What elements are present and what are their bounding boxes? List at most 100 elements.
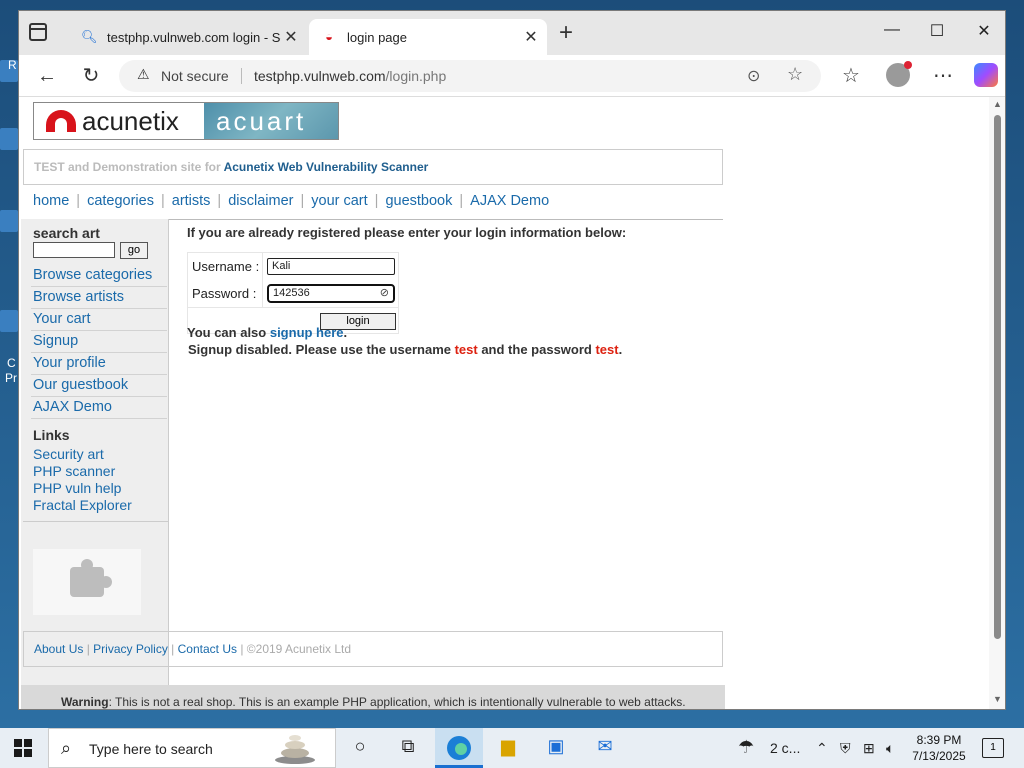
profile-avatar[interactable] bbox=[886, 61, 912, 87]
favorites-icon[interactable]: ☆ bbox=[837, 63, 865, 89]
scrollbar-thumb[interactable] bbox=[994, 115, 1001, 639]
cortana-icon[interactable]: ○ bbox=[347, 736, 373, 760]
desktop-shortcut-icon[interactable] bbox=[0, 310, 18, 332]
windows-start-icon[interactable] bbox=[14, 739, 32, 757]
search-label: search art bbox=[33, 225, 100, 241]
top-navigation: home | categories | artists | disclaimer | your … bbox=[33, 193, 550, 209]
weather-text[interactable]: 2 c... bbox=[770, 740, 800, 756]
note-text: Signup disabled. Please use the username bbox=[188, 342, 455, 357]
warning-banner: Warning: This is not a real shop. This i… bbox=[21, 685, 725, 709]
username-field[interactable]: Kali bbox=[267, 258, 395, 275]
sidebar-item-your-profile[interactable]: Your profile bbox=[31, 353, 167, 375]
refresh-button[interactable]: ↻ bbox=[77, 63, 105, 89]
nav-your-cart[interactable]: your cart bbox=[311, 193, 367, 209]
sidebar-item-browse-categories[interactable]: Browse categories bbox=[31, 265, 167, 287]
volume-icon[interactable]: 🔈︎ bbox=[886, 740, 894, 757]
desktop-shortcut-icon[interactable] bbox=[0, 210, 18, 232]
logo-text: acunetix bbox=[82, 105, 179, 136]
sidebar-item-your-cart[interactable]: Your cart bbox=[31, 309, 167, 331]
browser-toolbar: ← ↻ ⚠ Not secure testphp.vulnweb.com/log… bbox=[19, 55, 1005, 97]
subtitle-prefix: TEST and Demonstration site for bbox=[34, 160, 224, 174]
tab-login[interactable]: ◒ login page ✕ bbox=[309, 19, 547, 55]
footer-contact-us[interactable]: Contact Us bbox=[178, 642, 237, 656]
tab-title: testphp.vulnweb.com login - Sear bbox=[107, 29, 281, 45]
nav-disclaimer[interactable]: disclaimer bbox=[228, 193, 293, 209]
divider bbox=[262, 253, 263, 307]
subtitle-highlight[interactable]: Acunetix Web Vulnerability Scanner bbox=[224, 160, 429, 174]
warning-title: Warning bbox=[61, 695, 109, 709]
url-text[interactable]: testphp.vulnweb.com/login.php bbox=[254, 68, 446, 84]
warning-text: : This is not a real shop. This is an ex… bbox=[108, 695, 686, 709]
favorite-star-icon[interactable]: ☆ bbox=[787, 64, 803, 85]
signup-disabled-note: Signup disabled. Please use the username… bbox=[188, 342, 622, 357]
nav-guestbook[interactable]: guestbook bbox=[385, 193, 452, 209]
edge-taskbar-button[interactable] bbox=[435, 728, 483, 768]
acunetix-favicon-icon: ◒ bbox=[321, 29, 337, 45]
sidebar-item-browse-artists[interactable]: Browse artists bbox=[31, 287, 167, 309]
network-icon[interactable]: ⊞ bbox=[863, 740, 875, 757]
file-explorer-icon[interactable]: ▆ bbox=[495, 736, 521, 760]
plugin-placeholder bbox=[33, 549, 141, 615]
links-heading: Links bbox=[33, 427, 70, 443]
tab-search[interactable]: 🔍︎ testphp.vulnweb.com login - Sear ✕ bbox=[69, 19, 307, 55]
sidebar-item-ajax-demo[interactable]: AJAX Demo bbox=[31, 397, 167, 419]
page-scrollbar[interactable]: ▲ ▼ bbox=[989, 97, 1005, 709]
password-field[interactable]: 142536 ⊘ bbox=[267, 284, 395, 303]
search-go-button[interactable]: go bbox=[120, 242, 148, 259]
nav-home[interactable]: home bbox=[33, 193, 69, 209]
username-label: Username : bbox=[192, 259, 260, 274]
security-tray-icon[interactable]: ⛨ bbox=[840, 740, 851, 757]
link-fractal-explorer[interactable]: Fractal Explorer bbox=[33, 497, 132, 514]
login-form: Username : Kali Password : 142536 ⊘ login bbox=[187, 252, 399, 334]
desktop-shortcut-label: R bbox=[8, 58, 17, 72]
security-status[interactable]: Not secure bbox=[161, 68, 229, 84]
new-tab-button[interactable]: + bbox=[559, 21, 573, 45]
password-value: 142536 bbox=[273, 287, 310, 299]
divider bbox=[188, 307, 398, 308]
nav-artists[interactable]: artists bbox=[172, 193, 211, 209]
footer-copyright: ©2019 Acunetix Ltd bbox=[246, 642, 352, 656]
footer-about-us[interactable]: About Us bbox=[34, 642, 83, 656]
acunetix-logo: acunetix bbox=[34, 103, 204, 139]
copilot-icon[interactable] bbox=[974, 63, 998, 87]
close-icon[interactable]: ✕ bbox=[281, 27, 301, 47]
back-button[interactable]: ← bbox=[33, 63, 61, 89]
minimize-button[interactable]: — bbox=[877, 21, 907, 39]
nav-categories[interactable]: categories bbox=[87, 193, 154, 209]
mail-icon[interactable]: ✉ bbox=[592, 736, 618, 760]
scroll-up-icon[interactable]: ▲ bbox=[993, 99, 1002, 109]
link-php-vuln-help[interactable]: PHP vuln help bbox=[33, 480, 132, 497]
acuart-banner: acuart bbox=[204, 103, 338, 139]
taskbar-search-placeholder: Type here to search bbox=[89, 741, 213, 757]
warning-icon[interactable]: ⚠ bbox=[137, 66, 150, 83]
divider bbox=[241, 68, 242, 84]
settings-more-icon[interactable]: ⋯ bbox=[929, 63, 957, 89]
tab-actions-icon[interactable] bbox=[29, 23, 47, 41]
store-icon[interactable]: ▣ bbox=[543, 736, 569, 760]
test-password: test bbox=[595, 342, 619, 357]
close-icon[interactable]: ✕ bbox=[521, 27, 541, 47]
nav-ajax-demo[interactable]: AJAX Demo bbox=[470, 193, 549, 209]
address-bar[interactable]: ⚠ Not secure testphp.vulnweb.com/login.p… bbox=[119, 60, 821, 92]
reveal-password-icon[interactable]: ⊘ bbox=[380, 286, 389, 301]
weather-icon[interactable]: ☂ bbox=[738, 737, 754, 758]
link-php-scanner[interactable]: PHP scanner bbox=[33, 463, 132, 480]
scroll-down-icon[interactable]: ▼ bbox=[993, 694, 1002, 704]
desktop-shortcut-icon[interactable] bbox=[0, 128, 18, 150]
signup-link[interactable]: signup here bbox=[270, 325, 344, 340]
close-window-button[interactable]: ✕ bbox=[969, 21, 999, 41]
footer-privacy-policy[interactable]: Privacy Policy bbox=[93, 642, 168, 656]
taskbar-search[interactable]: ⌕ Type here to search bbox=[48, 728, 336, 768]
chevron-up-icon[interactable]: ⌃ bbox=[816, 740, 828, 757]
link-security-art[interactable]: Security art bbox=[33, 446, 132, 463]
desktop-shortcut-label: Pr bbox=[5, 371, 17, 385]
notifications-button[interactable]: 1 bbox=[982, 738, 1004, 758]
maximize-button[interactable]: ☐ bbox=[922, 21, 952, 41]
more-options-icon[interactable]: ⊙ bbox=[747, 66, 760, 86]
site-logo[interactable]: acunetix acuart bbox=[33, 102, 339, 140]
task-view-icon[interactable]: ⧉ bbox=[395, 736, 421, 760]
search-input[interactable] bbox=[33, 242, 115, 258]
clock[interactable]: 8:39 PM 7/13/2025 bbox=[904, 732, 974, 764]
sidebar-item-our-guestbook[interactable]: Our guestbook bbox=[31, 375, 167, 397]
sidebar-item-signup[interactable]: Signup bbox=[31, 331, 167, 353]
